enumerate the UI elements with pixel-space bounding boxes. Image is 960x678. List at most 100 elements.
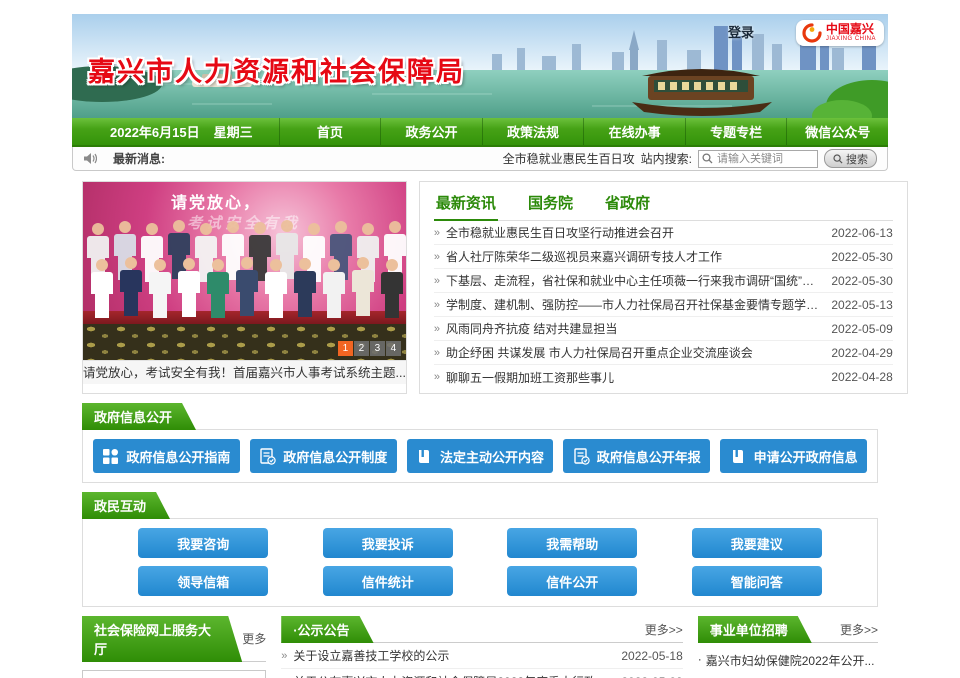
suggestion-button[interactable]: 我要建议 bbox=[692, 528, 822, 558]
recruitment-item[interactable]: · 嘉兴市妇幼保健院2022年公开... bbox=[698, 652, 878, 669]
nav-item-policies[interactable]: 政策法规 bbox=[482, 118, 584, 145]
request-disclosure-button[interactable]: 申请公开政府信息 bbox=[720, 439, 867, 473]
item-marker: » bbox=[434, 251, 440, 263]
bullet-marker: · bbox=[698, 652, 702, 669]
document-check-icon bbox=[259, 448, 276, 465]
pager-dot-4[interactable]: 4 bbox=[386, 341, 401, 356]
search-button[interactable]: 搜索 bbox=[824, 149, 877, 168]
nav-item-online-services[interactable]: 在线办事 bbox=[583, 118, 685, 145]
jiaxing-logo-icon bbox=[802, 23, 822, 43]
announcements-title[interactable]: ·公示公告 bbox=[281, 616, 373, 643]
group-photo-people bbox=[83, 216, 406, 336]
news-item[interactable]: » 全市稳就业惠民生百日攻坚行动推进会召开 2022-06-13 bbox=[434, 221, 893, 245]
news-date: 2022-05-09 bbox=[831, 322, 892, 336]
main-navbar: 2022年6月15日 星期三 首页 政务公开 政策法规 在线办事 专题专栏 微信… bbox=[72, 118, 888, 147]
pager-dot-3[interactable]: 3 bbox=[370, 341, 385, 356]
news-title: 助企纾困 共谋发展 市人力社保局召开重点企业交流座谈会 bbox=[446, 344, 819, 361]
nav-item-wechat[interactable]: 微信公众号 bbox=[786, 118, 888, 145]
annual-report-button[interactable]: 政府信息公开年报 bbox=[563, 439, 710, 473]
tab-latest-news[interactable]: 最新资讯 bbox=[434, 190, 498, 221]
tab-provincial-gov[interactable]: 省政府 bbox=[603, 190, 652, 220]
item-marker: » bbox=[434, 371, 440, 383]
button-label: 政府信息公开年报 bbox=[597, 447, 701, 466]
latest-news-label: 最新消息: bbox=[113, 150, 165, 167]
news-item[interactable]: » 聊聊五一假期加班工资那些事儿 2022-04-28 bbox=[434, 365, 893, 389]
carousel-photo[interactable]: 请党放心， 考试安全有我 bbox=[83, 182, 406, 360]
social-insurance-panel: 社会保险网上服务大厅 更多 个人(单位)社保证明打印 办事指南 bbox=[82, 616, 266, 678]
section-info-disclosure: 政府信息公开 政府信息公开指南 bbox=[82, 403, 878, 483]
news-item[interactable]: » 助企纾困 共谋发展 市人力社保局召开重点企业交流座谈会 2022-04-29 bbox=[434, 341, 893, 365]
announcements-more-link[interactable]: 更多>> bbox=[645, 621, 683, 638]
site-title: 嘉兴市人力资源和社会保障局 bbox=[88, 50, 465, 89]
item-marker: » bbox=[434, 227, 440, 239]
logo-text-cn: 中国嘉兴 bbox=[826, 23, 876, 36]
section-tab-interaction[interactable]: 政民互动 bbox=[82, 492, 170, 519]
item-marker: » bbox=[434, 323, 440, 335]
statutory-disclosure-button[interactable]: 法定主动公开内容 bbox=[407, 439, 554, 473]
button-label: 法定主动公开内容 bbox=[440, 447, 544, 466]
hot-topic-link[interactable]: 全市稳就业惠民生百日攻 bbox=[503, 150, 635, 167]
header-banner: 嘉兴市人力资源和社会保障局 登录 中国嘉兴 JIAXING CHINA bbox=[72, 14, 888, 118]
recruitment-item-title: 嘉兴市妇幼保健院2022年公开... bbox=[706, 652, 875, 669]
news-item[interactable]: » 风雨同舟齐抗疫 结对共建显担当 2022-05-09 bbox=[434, 317, 893, 341]
nav-item-home[interactable]: 首页 bbox=[279, 118, 381, 145]
news-title: 聊聊五一假期加班工资那些事儿 bbox=[446, 369, 819, 386]
pager-dot-2[interactable]: 2 bbox=[354, 341, 369, 356]
news-date: 2022-05-30 bbox=[831, 250, 892, 264]
need-help-button[interactable]: 我需帮助 bbox=[507, 528, 637, 558]
news-item[interactable]: » 学制度、建机制、强防控——市人力社保局召开社保基金要情专题学习会 2022-… bbox=[434, 293, 893, 317]
grid-icon bbox=[102, 448, 119, 465]
weekday-text: 星期三 bbox=[214, 122, 253, 141]
nav-item-special-topics[interactable]: 专题专栏 bbox=[685, 118, 787, 145]
news-item[interactable]: » 省人社厅陈荣华二级巡视员来嘉兴调研专技人才工作 2022-05-30 bbox=[434, 245, 893, 269]
disclosure-rules-button[interactable]: 政府信息公开制度 bbox=[250, 439, 397, 473]
carousel-caption[interactable]: 请党放心，考试安全有我！首届嘉兴市人事考试系统主题... bbox=[83, 360, 406, 384]
consult-button[interactable]: 我要咨询 bbox=[138, 528, 268, 558]
photo-banner-line1: 请党放心， bbox=[171, 189, 261, 213]
recruitment-more-link[interactable]: 更多>> bbox=[840, 621, 878, 638]
leader-mailbox-button[interactable]: 领导信箱 bbox=[138, 566, 268, 596]
news-item[interactable]: » 下基层、走流程，省社保和就业中心主任项薇一行来我市调研“国统”上线情况 20… bbox=[434, 269, 893, 293]
complaint-button[interactable]: 我要投诉 bbox=[323, 528, 453, 558]
date-text: 2022年6月15日 bbox=[110, 122, 200, 141]
jiaxing-logo[interactable]: 中国嘉兴 JIAXING CHINA bbox=[796, 20, 884, 46]
pager-dot-1[interactable]: 1 bbox=[338, 341, 353, 356]
announcement-item[interactable]: » 关于公布嘉兴市人力资源和社会保障局2022年度重大行政决策事... 2022… bbox=[281, 669, 683, 678]
announcement-title: 关于设立嘉善技工学校的公示 bbox=[293, 647, 611, 664]
login-button[interactable]: 登录 bbox=[728, 22, 754, 41]
item-marker: » bbox=[281, 650, 287, 662]
button-label: 政府信息公开指南 bbox=[126, 447, 230, 466]
button-label: 申请公开政府信息 bbox=[754, 447, 858, 466]
disclosure-guide-button[interactable]: 政府信息公开指南 bbox=[93, 439, 240, 473]
social-insurance-title[interactable]: 社会保险网上服务大厅 bbox=[82, 616, 242, 662]
apply-book-icon bbox=[730, 448, 747, 465]
recruitment-title[interactable]: 事业单位招聘 bbox=[698, 616, 812, 643]
book-icon bbox=[416, 448, 433, 465]
announcement-item[interactable]: » 关于设立嘉善技工学校的公示 2022-05-18 bbox=[281, 643, 683, 669]
news-title: 风雨同舟齐抗疫 结对共建显担当 bbox=[446, 320, 819, 337]
nav-item-gov-disclosure[interactable]: 政务公开 bbox=[380, 118, 482, 145]
carousel-pager: 1 2 3 4 bbox=[338, 341, 401, 356]
search-input[interactable] bbox=[698, 150, 818, 168]
current-date: 2022年6月15日 星期三 bbox=[72, 122, 279, 141]
letter-disclosure-button[interactable]: 信件公开 bbox=[507, 566, 637, 596]
red-boat-graphic bbox=[632, 69, 772, 116]
smart-qa-button[interactable]: 智能问答 bbox=[692, 566, 822, 596]
speaker-icon bbox=[83, 152, 97, 165]
button-label: 政府信息公开制度 bbox=[283, 447, 387, 466]
page: 嘉兴市人力资源和社会保障局 登录 中国嘉兴 JIAXING CHINA 2022… bbox=[72, 0, 888, 678]
section-tab-info-disclosure[interactable]: 政府信息公开 bbox=[82, 403, 196, 430]
letter-stats-button[interactable]: 信件统计 bbox=[323, 566, 453, 596]
site-search-label: 站内搜索: bbox=[641, 150, 692, 167]
search-button-label: 搜索 bbox=[846, 151, 868, 167]
social-insurance-more-link[interactable]: 更多 bbox=[242, 630, 266, 647]
nav-menu: 首页 政务公开 政策法规 在线办事 专题专栏 微信公众号 bbox=[279, 118, 888, 145]
news-tabs: 最新资讯 国务院 省政府 bbox=[434, 190, 893, 221]
news-title: 省人社厅陈荣华二级巡视员来嘉兴调研专技人才工作 bbox=[446, 248, 819, 265]
insurance-cert-print-item[interactable]: 个人(单位)社保证明打印 bbox=[82, 670, 266, 678]
news-title: 学制度、建机制、强防控——市人力社保局召开社保基金要情专题学习会 bbox=[446, 296, 819, 313]
tab-state-council[interactable]: 国务院 bbox=[526, 190, 575, 220]
announcements-panel: ·公示公告 更多>> » 关于设立嘉善技工学校的公示 2022-05-18 » … bbox=[281, 616, 683, 678]
ticker-bar: 最新消息: 全市稳就业惠民生百日攻 站内搜索: 搜索 bbox=[72, 147, 888, 171]
photo-carousel[interactable]: 请党放心， 考试安全有我 bbox=[82, 181, 407, 394]
